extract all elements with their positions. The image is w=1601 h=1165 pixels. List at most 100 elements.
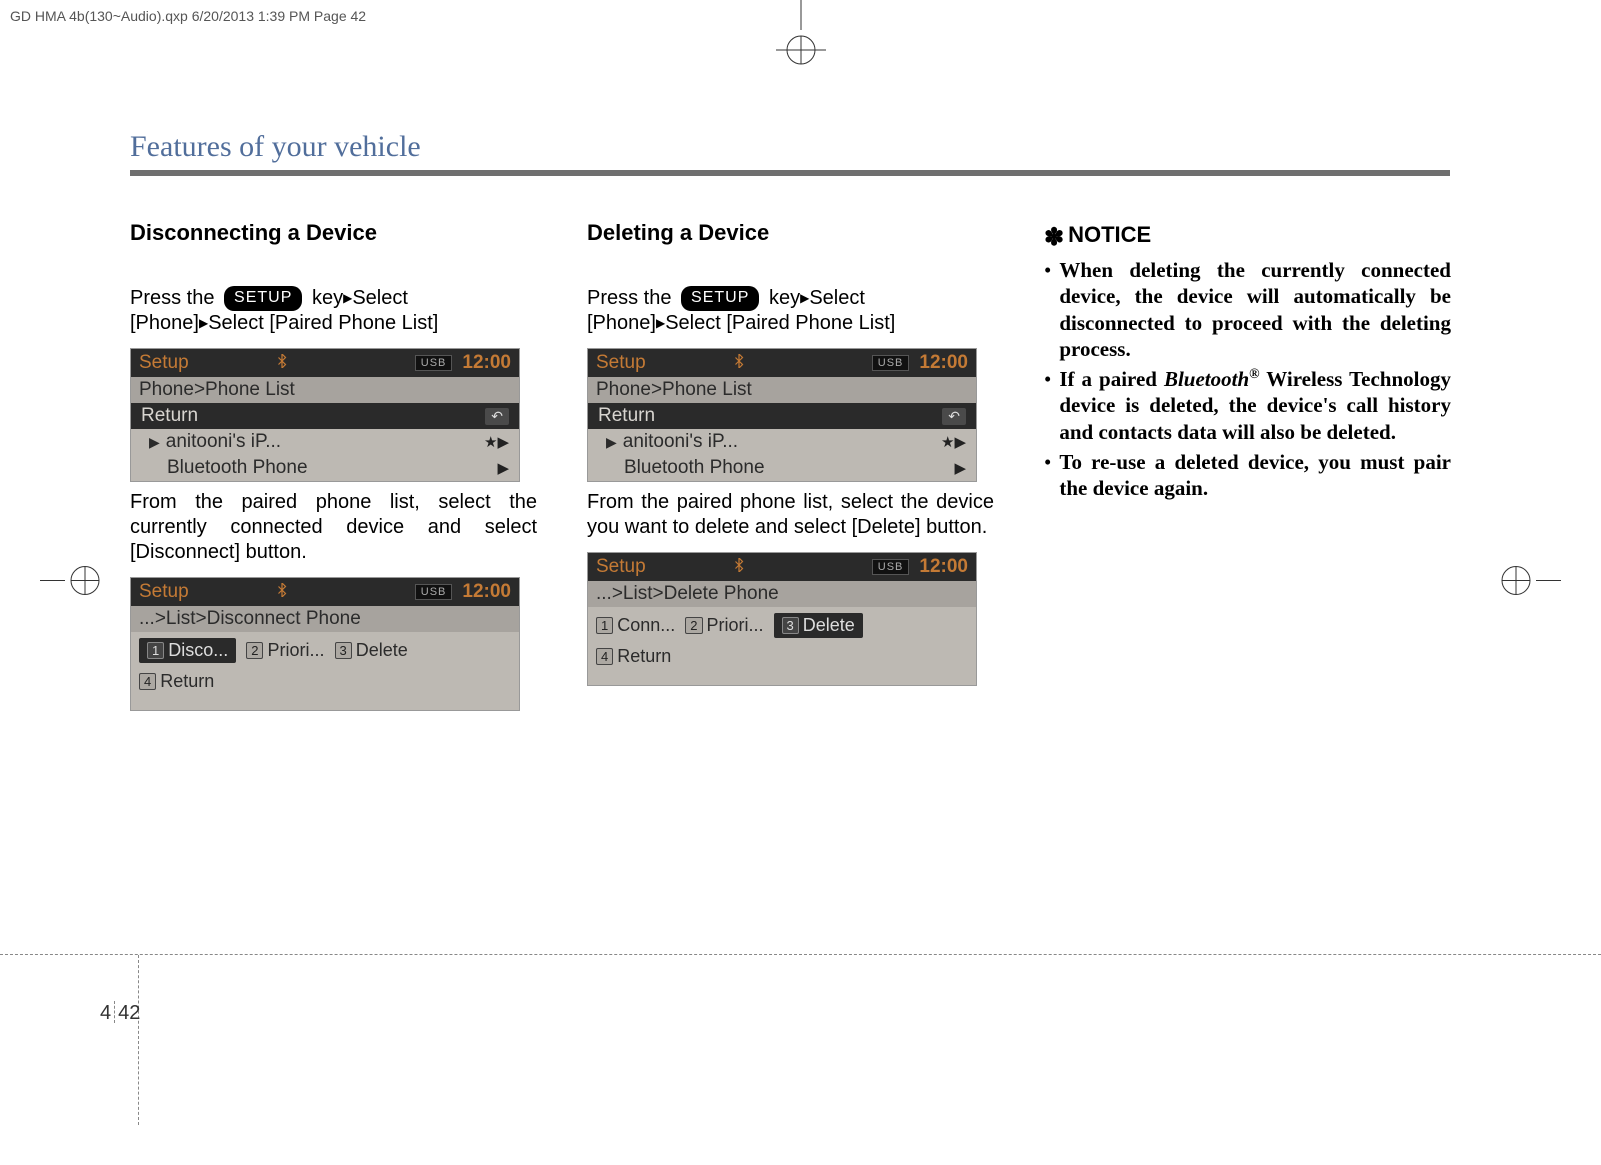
bluetooth-icon xyxy=(271,581,287,603)
lcd-row-device: Bluetooth Phone ▶ xyxy=(131,455,519,481)
column-disconnecting: Disconnecting a Device Press the SETUP k… xyxy=(130,220,537,711)
setup-keycap: SETUP xyxy=(224,286,302,311)
softkey-delete: 3Delete xyxy=(335,638,408,663)
lcd-row-device: ▶ anitooni's iP... ★▶ xyxy=(131,429,519,455)
lcd-row-device: ▶ anitooni's iP... ★▶ xyxy=(588,429,976,455)
right-triangle-icon xyxy=(800,287,809,309)
notice-item: •When deleting the currently connected d… xyxy=(1044,257,1451,362)
bluetooth-icon xyxy=(728,556,744,578)
play-icon: ▶ xyxy=(497,459,509,477)
column-notice: ✽NOTICE •When deleting the currently con… xyxy=(1044,220,1451,711)
text-select-paired: Select [Paired Phone List] xyxy=(208,312,438,334)
lcd-disconnect-phone: Setup USB 12:00 ...>List>Disconnect Phon… xyxy=(130,577,520,711)
lcd-return-row: Return ↶ xyxy=(131,403,519,429)
return-icon: ↶ xyxy=(485,408,509,425)
softkey-label: Delete xyxy=(803,615,855,636)
notice-text: When deleting the currently connected de… xyxy=(1059,257,1451,362)
lcd-body: Return ↶ ▶ anitooni's iP... ★▶ Bluetooth… xyxy=(131,403,519,481)
heading-disconnecting: Disconnecting a Device xyxy=(130,220,537,246)
trim-dash-horizontal xyxy=(0,954,1601,955)
caption-disconnect: From the paired phone list, select the c… xyxy=(130,490,537,565)
softkey-return: 4Return xyxy=(596,646,671,667)
caret-icon: ▶ xyxy=(606,434,617,451)
caption-delete: From the paired phone list, select the d… xyxy=(587,490,994,540)
softkey-disconnect: 1Disco... xyxy=(139,638,236,663)
usb-badge: USB xyxy=(415,584,453,600)
lcd-softkeys: 1Conn... 2Priori... 3Delete 4Return xyxy=(588,607,976,685)
softkey-label: Return xyxy=(617,646,671,667)
print-job-line: GD HMA 4b(130~Audio).qxp 6/20/2013 1:39 … xyxy=(10,8,366,24)
notice-text: To re-use a deleted device, you must pai… xyxy=(1059,449,1451,502)
crop-mark-top xyxy=(766,0,836,70)
section-title: Features of your vehicle xyxy=(130,130,421,164)
bluetooth-icon xyxy=(728,352,744,374)
lcd-row-device: Bluetooth Phone ▶ xyxy=(588,455,976,481)
lcd-title: Setup xyxy=(596,352,724,374)
notice-text: If a paired Bluetooth® Wireless Technolo… xyxy=(1059,366,1451,445)
softkey-priority: 2Priori... xyxy=(685,613,763,638)
notice-list: •When deleting the currently connected d… xyxy=(1044,257,1451,501)
softkey-label: Delete xyxy=(356,640,408,661)
lcd-breadcrumb: Phone>Phone List xyxy=(131,377,519,403)
lcd-header: Setup USB 12:00 xyxy=(131,349,519,377)
crop-mark-right xyxy=(1491,545,1561,620)
lcd-title: Setup xyxy=(139,581,267,603)
softkey-priority: 2Priori... xyxy=(246,638,324,663)
device-name: Bluetooth Phone xyxy=(167,457,308,479)
caret-icon: ▶ xyxy=(149,434,160,451)
lcd-softkeys: 1Disco... 2Priori... 3Delete 4Return xyxy=(131,632,519,710)
return-label: Return xyxy=(598,405,655,427)
lcd-return-row: Return ↶ xyxy=(588,403,976,429)
lcd-breadcrumb: ...>List>Disconnect Phone xyxy=(131,606,519,632)
star-play-icon: ★▶ xyxy=(484,433,509,451)
bullet-icon: • xyxy=(1044,366,1051,445)
lcd-breadcrumb: Phone>Phone List xyxy=(588,377,976,403)
softkey-delete: 3Delete xyxy=(774,613,863,638)
lcd-clock: 12:00 xyxy=(462,581,511,603)
softkey-label: Priori... xyxy=(707,615,764,636)
usb-badge: USB xyxy=(415,355,453,371)
return-icon: ↶ xyxy=(942,408,966,425)
star-play-icon: ★▶ xyxy=(941,433,966,451)
bullet-icon: • xyxy=(1044,257,1051,362)
text-phone: [Phone] xyxy=(130,312,199,334)
setup-keycap: SETUP xyxy=(681,286,759,311)
device-name: anitooni's iP... xyxy=(166,431,281,453)
return-label: Return xyxy=(141,405,198,427)
page-number: 442 xyxy=(100,1001,140,1025)
device-name: Bluetooth Phone xyxy=(624,457,765,479)
softkey-label: Priori... xyxy=(267,640,324,661)
text-press-the: Press the xyxy=(587,287,671,309)
lcd-phone-list: Setup USB 12:00 Phone>Phone List Return … xyxy=(587,348,977,482)
softkey-label: Conn... xyxy=(617,615,675,636)
bullet-icon: • xyxy=(1044,449,1051,502)
lcd-header: Setup USB 12:00 xyxy=(131,578,519,606)
softkey-label: Disco... xyxy=(168,640,228,661)
bluetooth-icon xyxy=(271,352,287,374)
instruction-line: Press the SETUP keySelect [Phone]Select … xyxy=(587,286,994,336)
text-press-the: Press the xyxy=(130,287,214,309)
lcd-body: Return ↶ ▶ anitooni's iP... ★▶ Bluetooth… xyxy=(588,403,976,481)
right-triangle-icon xyxy=(199,312,208,334)
lcd-delete-phone: Setup USB 12:00 ...>List>Delete Phone 1C… xyxy=(587,552,977,686)
lcd-title: Setup xyxy=(139,352,267,374)
notice-item: •If a paired Bluetooth® Wireless Technol… xyxy=(1044,366,1451,445)
lcd-clock: 12:00 xyxy=(919,352,968,374)
softkey-return: 4Return xyxy=(139,671,214,692)
text-key: key xyxy=(312,287,343,309)
lcd-title: Setup xyxy=(596,556,724,578)
lcd-header: Setup USB 12:00 xyxy=(588,349,976,377)
softkey-label: Return xyxy=(160,671,214,692)
instruction-line: Press the SETUP keySelect [Phone]Select … xyxy=(130,286,537,336)
chapter-number: 4 xyxy=(100,1002,111,1024)
asterisk-icon: ✽ xyxy=(1044,224,1064,251)
usb-badge: USB xyxy=(872,355,910,371)
lcd-clock: 12:00 xyxy=(919,556,968,578)
lcd-header: Setup USB 12:00 xyxy=(588,553,976,581)
column-deleting: Deleting a Device Press the SETUP keySel… xyxy=(587,220,994,711)
lcd-breadcrumb: ...>List>Delete Phone xyxy=(588,581,976,607)
lcd-clock: 12:00 xyxy=(462,352,511,374)
softkey-connect: 1Conn... xyxy=(596,613,675,638)
right-triangle-icon xyxy=(343,287,352,309)
section-rule xyxy=(130,170,1450,176)
